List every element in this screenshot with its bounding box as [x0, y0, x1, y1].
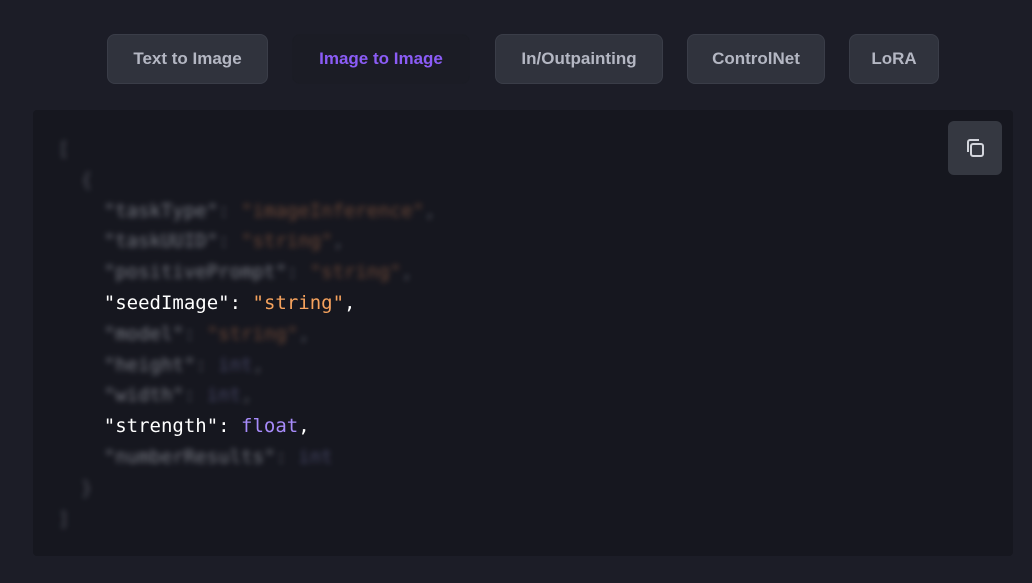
code-line-end: , — [298, 322, 310, 345]
code-key: "model" — [103, 322, 184, 345]
code-line: "positivePrompt": "string", — [58, 257, 436, 288]
code-line-end: , — [424, 199, 436, 222]
code-value: int — [206, 384, 242, 407]
code-line: "taskType": "imageInference", — [58, 196, 436, 227]
code-line-end: , — [252, 353, 264, 376]
code-open-bracket: [ — [58, 138, 70, 160]
code-line-end: , — [332, 230, 345, 253]
code-key: "strength" — [103, 415, 219, 438]
code-value: "string" — [309, 261, 402, 284]
code-close-bracket: ] — [58, 507, 70, 530]
code-line: "width": int, — [58, 380, 436, 411]
code-key: "taskUUID" — [103, 230, 219, 253]
code-line: "taskUUID": "string", — [58, 226, 436, 257]
tab-bar: Text to Image Image to Image In/Outpaint… — [0, 34, 1032, 86]
tab-in-outpainting[interactable]: In/Outpainting — [495, 34, 663, 84]
code-key: "width" — [103, 384, 184, 407]
code-line: "numberResults": int — [58, 442, 436, 473]
code-line-end: , — [401, 261, 413, 284]
copy-button[interactable] — [948, 121, 1002, 175]
code-line: "height": int, — [58, 350, 436, 381]
code-key: "taskType" — [103, 199, 219, 222]
app-root: Text to Image Image to Image In/Outpaint… — [0, 0, 1032, 583]
code-block: [ { "taskType": "imageInference", "taskU… — [58, 134, 436, 534]
code-value: int — [298, 445, 333, 468]
code-key: "positivePrompt" — [103, 261, 287, 284]
code-separator: : — [275, 445, 299, 468]
code-separator: : — [183, 322, 207, 345]
code-separator: : — [218, 415, 242, 438]
code-separator: : — [218, 199, 242, 222]
code-close-brace: } — [80, 476, 93, 499]
code-line: "strength": float, — [58, 411, 436, 442]
code-value: int — [218, 353, 253, 376]
code-value: "string" — [252, 291, 345, 314]
code-separator: : — [286, 261, 310, 284]
code-value: "imageInference" — [241, 199, 425, 222]
tab-text-to-image[interactable]: Text to Image — [107, 34, 268, 84]
code-key: "height" — [103, 353, 196, 376]
code-separator: : — [195, 353, 219, 376]
tab-image-to-image[interactable]: Image to Image — [292, 34, 470, 84]
code-separator: : — [183, 384, 207, 407]
code-line-end: , — [344, 291, 356, 314]
code-open-brace: { — [80, 168, 93, 191]
code-line-end: , — [241, 384, 253, 407]
code-line-end: , — [298, 415, 310, 438]
code-separator: : — [229, 291, 253, 314]
tab-controlnet[interactable]: ControlNet — [687, 34, 825, 84]
code-line: "model": "string", — [58, 319, 436, 350]
code-line: "seedImage": "string", — [58, 288, 436, 319]
code-separator: : — [218, 230, 242, 253]
code-value: "string" — [241, 230, 333, 253]
tab-lora[interactable]: LoRA — [849, 34, 939, 84]
code-key: "numberResults" — [103, 445, 276, 468]
code-value: float — [241, 415, 299, 438]
code-value: "string" — [206, 322, 299, 345]
copy-icon — [967, 139, 984, 157]
code-key: "seedImage" — [103, 291, 230, 314]
code-panel: [ { "taskType": "imageInference", "taskU… — [33, 110, 1013, 556]
